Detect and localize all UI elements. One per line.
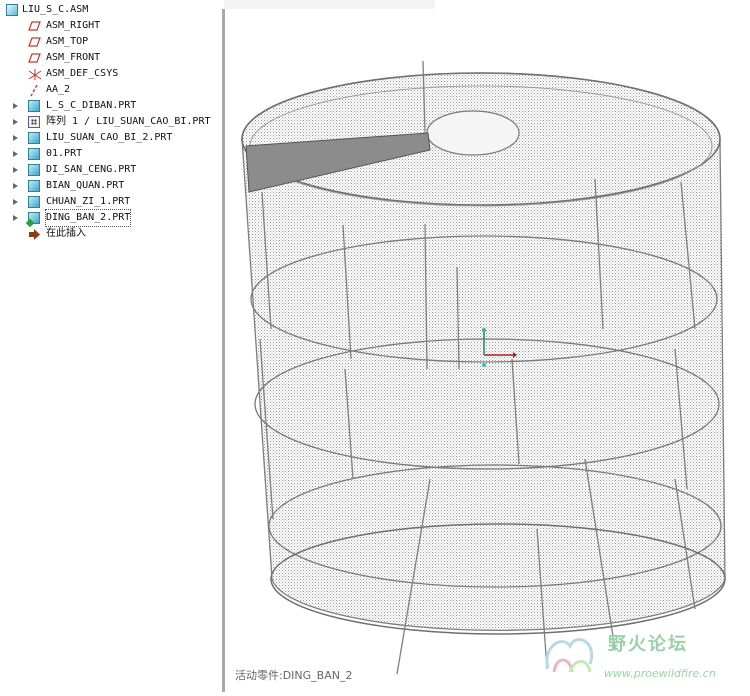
watermark-logo-icon (545, 638, 594, 673)
active-part-icon (28, 212, 40, 224)
part-icon (28, 196, 40, 208)
tree-item-insert-here[interactable]: 在此插入 (0, 226, 222, 242)
tree-item-l-s-c-diban[interactable]: L_S_C_DIBAN.PRT (0, 98, 222, 114)
assembly-icon (6, 4, 18, 16)
tree-item-label: DING_BAN_2.PRT (44, 209, 132, 227)
tree-item-label: 在此插入 (46, 228, 86, 239)
tree-root-label: LIU_S_C.ASM (22, 4, 89, 15)
tree-item-di-san-ceng[interactable]: DI_SAN_CENG.PRT (0, 162, 222, 178)
tree-item-label: ASM_TOP (46, 36, 89, 47)
active-part-status: 活动零件:DING_BAN_2 (235, 669, 353, 682)
tree-item-label: ASM_DEF_CSYS (46, 68, 119, 79)
tree-item-label: ASM_FRONT (46, 52, 101, 63)
tree-item-label: LIU_SUAN_CAO_BI_2.PRT (46, 132, 173, 143)
datum-plane-icon (28, 53, 41, 63)
tree-item-asm-def-csys[interactable]: ASM_DEF_CSYS (0, 66, 222, 82)
tree-item-label: BIAN_QUAN.PRT (46, 180, 125, 191)
top-opening (426, 110, 520, 156)
tree-item-label: L_S_C_DIBAN.PRT (46, 100, 137, 111)
expand-arrow-icon[interactable] (13, 151, 18, 157)
expand-arrow-icon[interactable] (13, 215, 18, 221)
tree-item-ding-ban-2[interactable]: DING_BAN_2.PRT (0, 209, 222, 227)
part-icon (28, 148, 40, 160)
expand-arrow-icon[interactable] (13, 183, 18, 189)
expand-arrow-icon[interactable] (13, 167, 18, 173)
tree-item-chuan-zi-1[interactable]: CHUAN_ZI_1.PRT (0, 194, 222, 210)
tree-item-aa-2[interactable]: AA_2 (0, 82, 222, 98)
watermark-title: 野火论坛 (608, 634, 688, 655)
tree-item-label: ASM_RIGHT (46, 20, 101, 31)
tree-item-asm-front[interactable]: ASM_FRONT (0, 50, 222, 66)
tree-item-label: 01.PRT (46, 148, 83, 159)
part-icon (28, 180, 40, 192)
coordinate-system-icon (28, 69, 42, 80)
expand-arrow-icon[interactable] (13, 135, 18, 141)
part-icon (28, 132, 40, 144)
cad-model-render (241, 60, 726, 675)
part-icon (28, 164, 40, 176)
tree-item-asm-right[interactable]: ASM_RIGHT (0, 18, 222, 34)
tree-item-asm-top[interactable]: ASM_TOP (0, 34, 222, 50)
expand-arrow-icon[interactable] (13, 199, 18, 205)
graphics-viewport[interactable] (225, 9, 750, 692)
tree-item-label: DI_SAN_CENG.PRT (46, 164, 137, 175)
tree-item-bian-quan[interactable]: BIAN_QUAN.PRT (0, 178, 222, 194)
part-icon (28, 100, 40, 112)
tree-item-label: AA_2 (46, 84, 71, 95)
tree-item-pattern-1[interactable]: 阵列 1 / LIU_SUAN_CAO_BI.PRT (0, 114, 222, 130)
pattern-icon (28, 116, 40, 128)
tree-item-label: CHUAN_ZI_1.PRT (46, 196, 131, 207)
tree-item-label: 阵列 1 / LIU_SUAN_CAO_BI.PRT (46, 116, 211, 127)
tree-item-liu-suan-cao-bi-2[interactable]: LIU_SUAN_CAO_BI_2.PRT (0, 130, 222, 146)
tree-root-item[interactable]: LIU_S_C.ASM (0, 2, 222, 18)
datum-plane-icon (28, 37, 41, 47)
expand-arrow-icon[interactable] (13, 103, 18, 109)
insert-here-arrow-icon (29, 229, 40, 240)
watermark-url: www.proewildfire.cn (604, 667, 716, 680)
datum-plane-icon (28, 21, 41, 31)
datum-axis-icon (30, 84, 38, 97)
model-tree: LIU_S_C.ASM ASM_RIGHT ASM_TOP ASM_FRONT … (0, 0, 224, 692)
tree-item-01[interactable]: 01.PRT (0, 146, 222, 162)
expand-arrow-icon[interactable] (13, 119, 18, 125)
